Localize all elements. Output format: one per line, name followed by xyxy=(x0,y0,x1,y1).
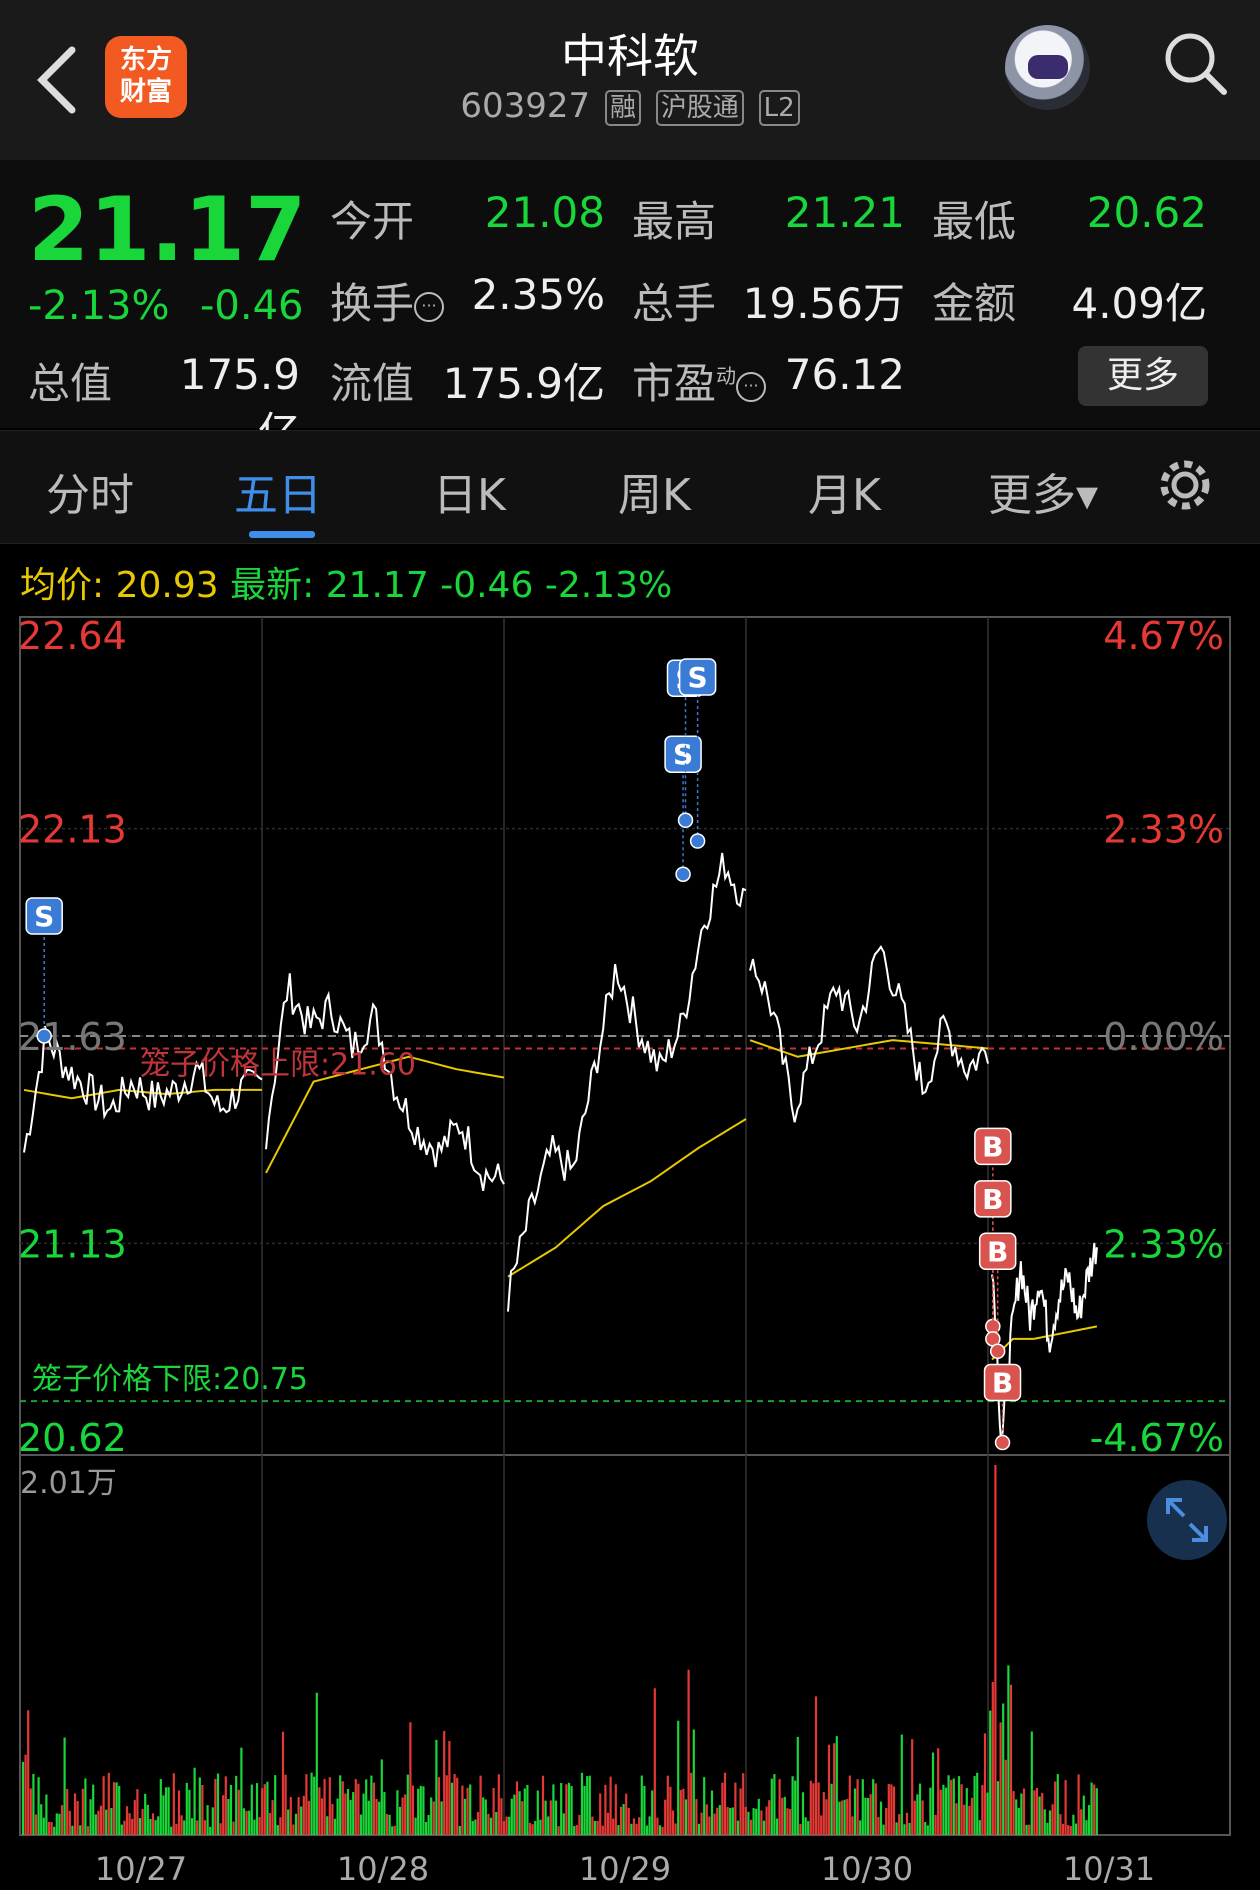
more-button[interactable]: 更多 xyxy=(1078,346,1208,406)
y-tick-label: 20.62 xyxy=(18,1416,127,1460)
trade-point xyxy=(689,833,706,849)
buy-marker-label: B xyxy=(982,1183,1003,1216)
change-value: -0.46 xyxy=(200,283,304,329)
x-date-label: 10/31 xyxy=(1063,1850,1155,1888)
y-tick-label: 21.63 xyxy=(18,1015,127,1059)
gear-icon[interactable] xyxy=(1155,455,1215,515)
y-pct-label: 0.00% xyxy=(1103,1015,1224,1059)
search-icon[interactable] xyxy=(1160,28,1230,98)
y-pct-label: 2.33% xyxy=(1103,808,1224,852)
tab-daily-k[interactable]: 日K xyxy=(433,459,506,523)
tab-monthly-k[interactable]: 月K xyxy=(808,459,881,523)
cage-upper-label: 笼子价格上限:21.60 xyxy=(140,1047,416,1082)
y-pct-label: 4.67% xyxy=(1103,614,1224,658)
stock-code: 603927 xyxy=(460,86,591,126)
amount-label: 金额 xyxy=(932,279,1017,328)
trade-point xyxy=(675,866,691,882)
connect-tag: 沪股通 xyxy=(655,89,744,126)
y-tick-label: 22.64 xyxy=(18,614,127,658)
info-bar: 均价: 20.93 最新: 21.17 -0.46 -2.13% xyxy=(20,565,673,606)
open-value: 21.08 xyxy=(484,188,605,237)
float-value: 175.9亿 xyxy=(442,359,605,408)
tab-intraday[interactable]: 分时 xyxy=(46,459,134,523)
high-label: 最高 xyxy=(632,197,717,246)
x-date-label: 10/30 xyxy=(821,1850,913,1888)
trade-point xyxy=(677,812,694,829)
turnover-value: 2.35% xyxy=(471,270,605,319)
float-label: 流值 xyxy=(330,359,415,408)
trade-point xyxy=(994,1434,1011,1451)
volume-panel-frame xyxy=(19,1454,1231,1836)
mktcap-label: 总值 xyxy=(28,359,113,408)
trade-point xyxy=(989,1343,1006,1360)
y-tick-label: 21.13 xyxy=(18,1222,127,1266)
change-pct: -2.13% xyxy=(28,283,170,329)
tab-weekly-k[interactable]: 周K xyxy=(618,459,691,523)
more-info-icon[interactable]: ··· xyxy=(414,291,445,322)
turnover-label: 换手 ··· xyxy=(330,270,445,331)
avg-price-line-day-3 xyxy=(507,1118,747,1278)
amount-value: 4.09亿 xyxy=(1071,279,1207,328)
tab-five-day[interactable]: 五日 xyxy=(234,459,322,523)
period-tabs: 分时 五日 日K 周K 月K 更多▾ xyxy=(0,430,1260,544)
low-label: 最低 xyxy=(932,197,1017,246)
sell-marker-label: S xyxy=(34,900,54,933)
sell-marker-label: S xyxy=(688,661,708,694)
high-value: 21.21 xyxy=(784,188,905,237)
robot-face xyxy=(1028,55,1068,79)
volume-value: 19.56万 xyxy=(742,279,905,328)
avg-price-line-day-5 xyxy=(991,1325,1098,1361)
active-tab-indicator xyxy=(249,531,315,538)
x-date-label: 10/28 xyxy=(337,1850,429,1888)
volume-max-label: 2.01万 xyxy=(20,1466,117,1501)
y-tick-label: 22.13 xyxy=(18,808,127,852)
low-value: 20.62 xyxy=(1086,188,1207,237)
buy-marker-label: B xyxy=(992,1367,1013,1400)
volume-label: 总手 xyxy=(632,279,717,328)
y-pct-label: 2.33% xyxy=(1103,1222,1224,1266)
cage-lower-label: 笼子价格下限:20.75 xyxy=(32,1362,308,1397)
tab-more[interactable]: 更多▾ xyxy=(988,459,1098,523)
open-label: 今开 xyxy=(330,197,415,246)
x-date-label: 10/29 xyxy=(579,1850,671,1888)
price-line-day-4 xyxy=(749,944,989,1123)
buy-marker-label: B xyxy=(987,1235,1008,1268)
margin-tag: 融 xyxy=(604,89,641,126)
fullscreen-expand-icon[interactable] xyxy=(1147,1480,1227,1560)
last-price: 21.17 xyxy=(28,178,307,281)
y-pct-label: -4.67% xyxy=(1090,1416,1224,1460)
pe-label: 市盈动 ··· xyxy=(632,350,767,411)
five-day-chart[interactable]: SSSSBBBB22.644.67%22.132.33%21.630.00%21… xyxy=(0,610,1260,1890)
pe-value: 76.12 xyxy=(784,350,905,399)
pe-info-icon[interactable]: ··· xyxy=(736,371,767,402)
sell-marker-label: S xyxy=(673,738,693,771)
x-date-label: 10/27 xyxy=(95,1850,187,1888)
buy-marker-label: B xyxy=(982,1130,1003,1163)
level2-tag: L2 xyxy=(758,89,800,126)
